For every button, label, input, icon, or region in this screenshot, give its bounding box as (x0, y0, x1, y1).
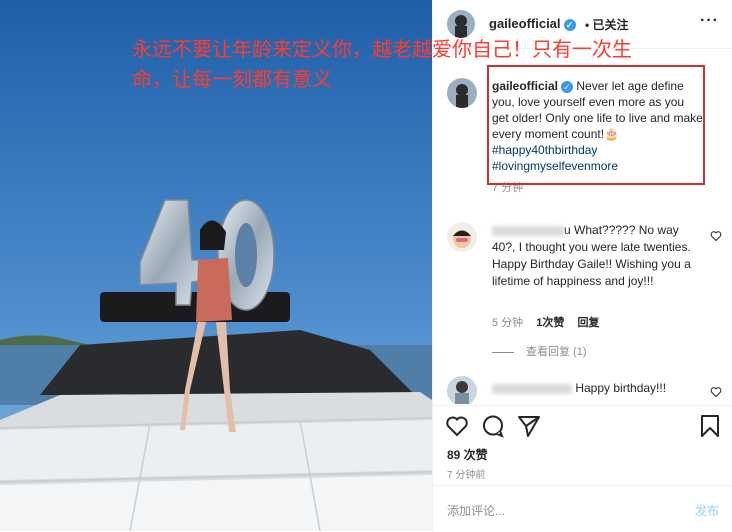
separator-dot: • (585, 18, 590, 32)
caption-avatar-image (447, 78, 477, 108)
action-bar: 89 次赞 7 分钟前 (433, 405, 732, 486)
comment-text: Happy birthday!!! (492, 380, 712, 397)
heart-icon-svg (710, 387, 722, 398)
comment-input[interactable]: 添加评论... (447, 502, 505, 519)
avatar[interactable] (447, 10, 475, 38)
blurred-username (492, 383, 572, 394)
comment-item: Happy birthday!!! (443, 376, 728, 404)
header-username[interactable]: gaileofficial ✓ (489, 16, 576, 31)
avatar-image (447, 10, 475, 38)
commenter-avatar-image (447, 222, 477, 252)
follow-status[interactable]: • 已关注 (585, 16, 629, 33)
photo-illustration (0, 0, 432, 531)
comment-likes[interactable]: 1次赞 (536, 317, 564, 329)
like-heart-svg (446, 416, 468, 437)
caption-avatar[interactable] (447, 78, 477, 108)
view-replies-button[interactable]: 查看回复 (1) (492, 343, 587, 359)
ellipsis-icon[interactable]: ··· (700, 12, 719, 30)
follow-label: 已关注 (592, 18, 629, 32)
commenter-avatar[interactable] (447, 376, 477, 404)
post-button[interactable]: 发布 (695, 502, 719, 519)
post-photo[interactable] (0, 0, 432, 531)
comment-bubble-svg (483, 415, 504, 438)
comment-text: u What????? No way 40?, I thought you we… (492, 222, 692, 290)
commenter-avatar[interactable] (447, 222, 477, 252)
likes-count[interactable]: 89 次赞 (447, 446, 488, 463)
heart-icon-svg (710, 231, 722, 242)
view-replies-label: 查看回复 (1) (526, 346, 587, 358)
post-header: gaileofficial ✓ • 已关注 ··· (433, 0, 732, 49)
comment-bubble-icon[interactable] (481, 414, 505, 441)
like-heart-icon[interactable] (445, 414, 469, 441)
replies-divider (492, 351, 514, 353)
add-comment-bar: 添加评论... 发布 (433, 485, 732, 532)
blurred-username (492, 225, 564, 236)
comment-item: u What????? No way 40?, I thought you we… (443, 222, 728, 397)
bookmark-svg (701, 415, 719, 437)
highlight-box (487, 65, 705, 185)
comment-time: 5 分钟 (492, 317, 524, 329)
comment-body: Happy birthday!!! (575, 381, 667, 395)
post-time: 7 分钟前 (447, 470, 486, 481)
share-icon[interactable] (517, 414, 541, 441)
reply-button[interactable]: 回复 (577, 317, 599, 329)
share-svg (518, 416, 540, 437)
heart-icon[interactable] (710, 230, 722, 245)
comment-username-visible: u (564, 223, 571, 237)
commenter-avatar-image (447, 376, 477, 404)
bookmark-icon[interactable] (699, 414, 721, 441)
header-username-text: gaileofficial (489, 16, 561, 31)
comments-panel: gaileofficial ✓ • 已关注 ··· gaileofficial ✓ … (432, 0, 732, 531)
comment-meta: 5 分钟 1次赞 回复 (492, 314, 599, 330)
verified-icon: ✓ (563, 18, 576, 31)
comment-rest: I thought you were late twenties. Happy … (492, 240, 691, 288)
heart-icon[interactable] (710, 386, 722, 401)
